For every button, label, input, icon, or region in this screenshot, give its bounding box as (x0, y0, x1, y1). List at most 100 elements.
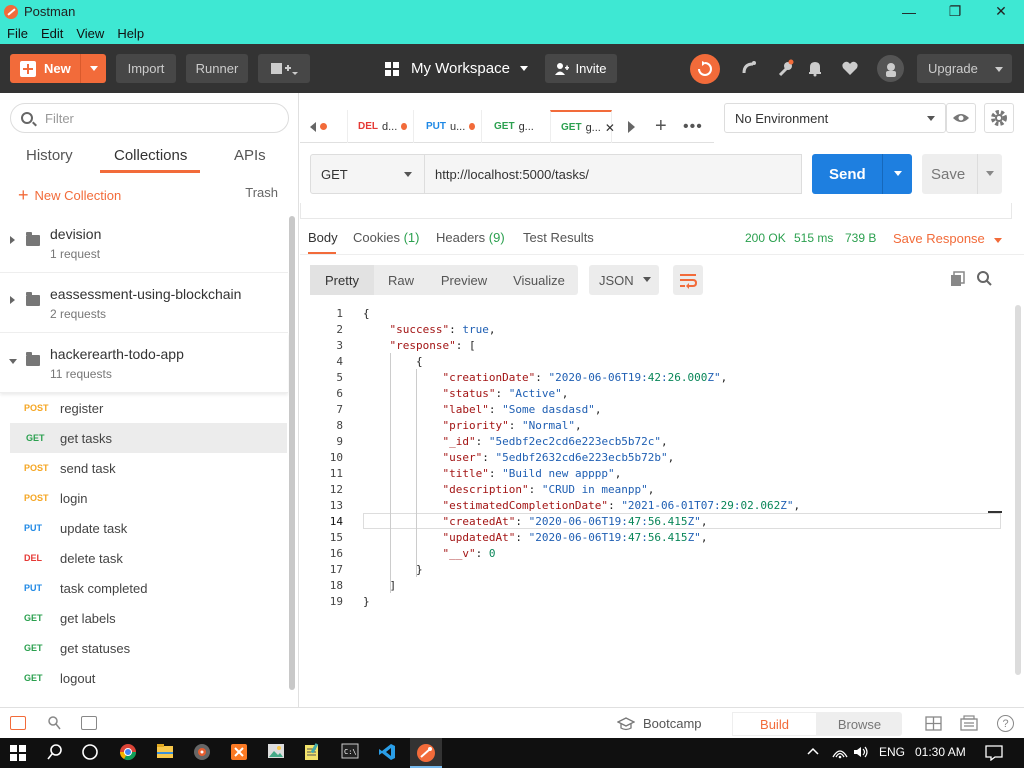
vscode-icon[interactable] (378, 743, 398, 763)
collection-item[interactable]: devision 1 request (0, 213, 288, 273)
menu-file[interactable]: File (7, 26, 28, 41)
sidebar-toggle-icon[interactable] (10, 716, 26, 730)
action-center-icon[interactable] (985, 745, 1003, 764)
tab-headers[interactable]: Headers (9) (436, 230, 505, 245)
chevron-down-icon[interactable] (9, 359, 17, 364)
bootcamp-button[interactable]: Bootcamp (617, 716, 702, 731)
upgrade-button[interactable]: Upgrade (917, 54, 1012, 83)
sync-button[interactable] (690, 54, 720, 84)
tabs-scroll-left-button[interactable] (310, 110, 327, 143)
tab-request[interactable]: PUT u... (413, 110, 475, 143)
collection-item[interactable]: eassessment-using-blockchain 2 requests (0, 273, 288, 333)
notifications-button[interactable] (804, 57, 826, 79)
search-response-button[interactable] (976, 270, 993, 290)
format-select[interactable]: JSON (589, 265, 659, 295)
wrap-lines-button[interactable] (673, 265, 703, 295)
build-mode-button[interactable]: Build (732, 712, 817, 736)
menu-edit[interactable]: Edit (41, 26, 63, 41)
request-item[interactable]: GET get labels (0, 603, 288, 633)
language-indicator[interactable]: ENG (879, 745, 905, 759)
send-button[interactable]: Send (812, 154, 912, 194)
workspace-selector[interactable]: My Workspace (385, 54, 528, 83)
tab-request[interactable]: GET g... (481, 110, 543, 143)
wifi-icon[interactable] (832, 745, 848, 762)
request-item[interactable]: POST send task (0, 453, 288, 483)
minimize-button[interactable]: — (886, 0, 932, 23)
add-tab-button[interactable]: + (655, 110, 667, 143)
environment-select[interactable]: No Environment (724, 103, 946, 133)
postman-taskbar-icon[interactable] (410, 738, 442, 768)
browse-mode-button[interactable]: Browse (817, 712, 902, 736)
request-item[interactable]: GET logout (0, 663, 288, 693)
request-item[interactable]: GET get statuses (0, 633, 288, 663)
new-collection-button[interactable]: + New Collection (18, 185, 121, 206)
keyboard-shortcuts-button[interactable] (960, 715, 978, 734)
view-pretty[interactable]: Pretty (310, 265, 374, 295)
close-button[interactable]: ✕ (978, 0, 1024, 23)
maximize-button[interactable]: ❐ (932, 0, 978, 23)
trash-link[interactable]: Trash (245, 185, 278, 200)
tab-body[interactable]: Body (308, 230, 338, 245)
response-scrollbar[interactable] (1015, 305, 1021, 675)
task-view-icon[interactable] (81, 743, 101, 763)
view-raw[interactable]: Raw (374, 265, 428, 295)
tab-collections[interactable]: Collections (114, 147, 187, 164)
menu-view[interactable]: View (76, 26, 104, 41)
notepad-icon[interactable] (304, 743, 324, 763)
new-button[interactable]: New (10, 54, 106, 83)
request-item[interactable]: PUT update task (0, 513, 288, 543)
response-body-editor[interactable]: 1{2 "success": true, 3 "response": [4 {5 … (300, 305, 1015, 707)
new-window-button[interactable] (258, 54, 310, 83)
method-select[interactable]: GET (310, 154, 425, 194)
request-item[interactable]: POST register (0, 393, 288, 423)
request-item[interactable]: PUT task completed (0, 573, 288, 603)
save-response-button[interactable]: Save Response (893, 231, 1003, 246)
view-preview[interactable]: Preview (428, 265, 500, 295)
save-button[interactable]: Save (922, 154, 1002, 194)
media-player-icon[interactable] (193, 743, 213, 763)
file-explorer-icon[interactable] (156, 743, 176, 763)
tab-test-results[interactable]: Test Results (523, 230, 594, 245)
help-icon[interactable]: ? (997, 715, 1014, 732)
photos-icon[interactable] (267, 743, 287, 763)
xampp-icon[interactable] (230, 743, 250, 763)
manage-environments-button[interactable] (984, 103, 1014, 133)
tab-apis[interactable]: APIs (234, 147, 266, 164)
import-button[interactable]: Import (116, 54, 176, 83)
chevron-right-icon[interactable] (10, 296, 15, 304)
save-dropdown-button[interactable] (977, 154, 1002, 194)
avatar[interactable] (877, 55, 904, 82)
satellite-button[interactable] (739, 57, 761, 79)
favorites-button[interactable] (839, 57, 861, 79)
command-prompt-icon[interactable]: C:\ (341, 743, 361, 763)
tabs-scroll-right-button[interactable] (628, 110, 635, 143)
tab-cookies[interactable]: Cookies (1) (353, 230, 419, 245)
invite-button[interactable]: Invite (545, 54, 617, 83)
find-button[interactable] (46, 715, 62, 734)
url-input[interactable]: http://localhost:5000/tasks/ (425, 154, 802, 194)
tab-request[interactable]: DEL d... (347, 110, 407, 143)
windows-start-icon[interactable] (10, 745, 30, 765)
settings-button[interactable] (774, 57, 796, 79)
filter-input[interactable]: Filter (10, 103, 289, 133)
new-dropdown-button[interactable] (80, 54, 106, 83)
menu-help[interactable]: Help (117, 26, 144, 41)
chevron-right-icon[interactable] (10, 236, 15, 244)
tab-history[interactable]: History (26, 147, 73, 164)
two-pane-view-button[interactable] (925, 716, 942, 734)
sidebar-scrollbar[interactable] (289, 216, 295, 690)
tab-request-active[interactable]: GET g... ✕ (550, 110, 615, 143)
copy-button[interactable] (950, 271, 966, 290)
request-item[interactable]: POST login (0, 483, 288, 513)
collection-item[interactable]: hackerearth-todo-app 11 requests (0, 333, 288, 393)
volume-icon[interactable] (853, 745, 869, 762)
runner-button[interactable]: Runner (186, 54, 248, 83)
clock[interactable]: 01:30 AM (915, 745, 966, 759)
search-icon[interactable] (46, 743, 66, 763)
console-icon[interactable] (81, 716, 97, 730)
show-hidden-icons[interactable] (806, 745, 820, 759)
close-tab-icon[interactable]: ✕ (605, 121, 615, 135)
more-tabs-button[interactable]: ••• (683, 110, 703, 143)
view-visualize[interactable]: Visualize (500, 265, 578, 295)
environment-quick-look-button[interactable] (946, 103, 976, 133)
